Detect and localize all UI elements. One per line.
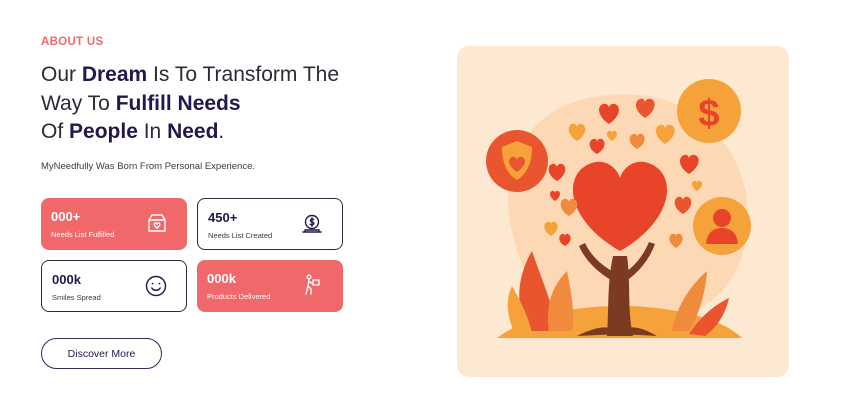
smiley-face-icon — [145, 275, 167, 297]
heart-tree-artwork: $ — [486, 79, 751, 338]
gift-box-heart-icon — [148, 214, 166, 232]
stat-card-needs-fulfilled: 000+ Needs List Fulfilled — [41, 198, 187, 250]
discover-more-button[interactable]: Discover More — [41, 338, 162, 369]
stat-label: Needs List Created — [208, 231, 273, 240]
stat-label: Smiles Spread — [52, 293, 101, 302]
about-eyebrow: ABOUT US — [41, 36, 104, 48]
stat-label: Needs List Fulfilled — [51, 230, 115, 239]
stat-card-smiles-spread: 000k Smiles Spread — [41, 260, 187, 312]
stat-value: 000+ — [51, 209, 81, 224]
stat-value: 000k — [52, 272, 81, 287]
page-title: Our Dream Is To Transform The Way To Ful… — [41, 63, 340, 143]
delivery-person-icon — [305, 274, 320, 295]
stat-card-needs-created: 450+ Needs List Created — [197, 198, 343, 250]
svg-text:$: $ — [698, 93, 719, 135]
heart-tree-illustration: $ — [457, 46, 789, 377]
stat-value: 450+ — [208, 210, 238, 225]
stat-value: 000k — [207, 271, 236, 286]
subtitle: MyNeedfully Was Born From Personal Exper… — [41, 161, 256, 172]
stat-card-products-delivered: 000k Products Delivered — [197, 260, 343, 312]
dollar-coin-hand-icon — [302, 214, 322, 233]
stat-label: Products Delivered — [207, 292, 271, 301]
